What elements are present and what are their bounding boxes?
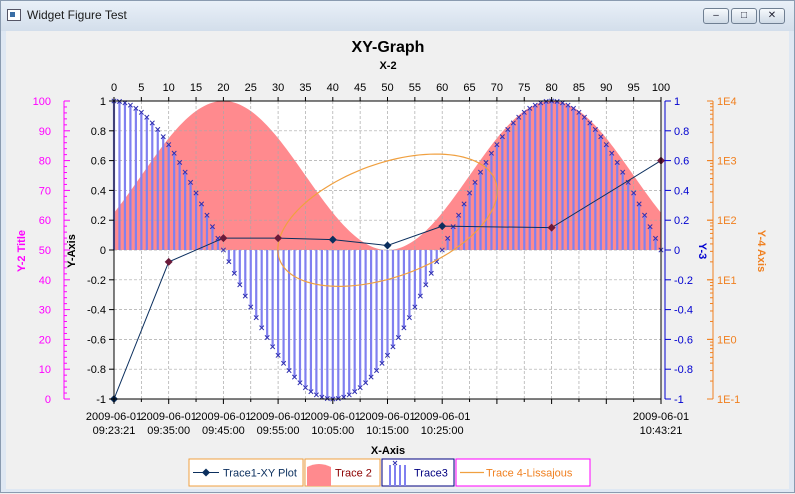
- y2-tick-label: 80: [39, 156, 51, 168]
- y3-tick-label: -0.6: [674, 334, 693, 346]
- x2-tick-label: 15: [190, 82, 202, 94]
- x2-tick-label: 30: [272, 82, 284, 94]
- x2-tick-label: 55: [409, 82, 421, 94]
- x2-tick-label: 75: [518, 82, 530, 94]
- y3-tick-label: 1: [674, 96, 680, 108]
- y3-tick-label: 0.4: [674, 185, 689, 197]
- x-tick-time-label: 09:35:00: [147, 425, 190, 437]
- figure-area: XY-Graph X-2 X-Axis Y-Axis Y-2 Title Y-3…: [6, 31, 789, 489]
- x2-tick-label: 95: [628, 82, 640, 94]
- x2-tick-label: 80: [545, 82, 557, 94]
- x2-tick-label: 35: [299, 82, 311, 94]
- y4-tick-label: 1E-1: [717, 394, 740, 406]
- x-tick-time-label: 10:15:00: [366, 425, 409, 437]
- x-tick-time-label: 10:05:00: [311, 425, 354, 437]
- y2-tick-label: 50: [39, 245, 51, 257]
- y4-tick-label: 1E2: [717, 215, 737, 227]
- y4-axis-title: Y-4 Axis: [755, 230, 767, 272]
- xy-graph[interactable]: XY-Graph X-2 X-Axis Y-Axis Y-2 Title Y-3…: [6, 31, 789, 489]
- y3-tick-label: -0.2: [674, 275, 693, 287]
- y-tick-label: -1: [96, 394, 106, 406]
- y2-tick-label: 20: [39, 334, 51, 346]
- y4-tick-label: 1E1: [717, 275, 737, 287]
- y-tick-label: 0.4: [91, 185, 106, 197]
- y-tick-label: -0.8: [87, 364, 106, 376]
- y2-tick-label: 70: [39, 185, 51, 197]
- y-tick-label: -0.6: [87, 334, 106, 346]
- y-tick-label: 0.8: [91, 126, 106, 138]
- chart-title: XY-Graph: [352, 39, 425, 56]
- x2-tick-label: 100: [652, 82, 670, 94]
- legend-symbol-trace2: [307, 464, 331, 486]
- y4-tick-label: 1E0: [717, 334, 737, 346]
- legend-label-trace4: Trace 4-Lissajous: [486, 468, 573, 480]
- minimize-button[interactable]: –: [703, 8, 729, 24]
- y-axis-title: Y-Axis: [66, 234, 78, 268]
- x-tick-date-label: 2009-06-01: [633, 411, 689, 423]
- x2-tick-label: 25: [245, 82, 257, 94]
- x2-tick-label: 50: [381, 82, 393, 94]
- y3-tick-label: 0: [674, 245, 680, 257]
- x-tick-date-label: 2009-06-01: [86, 411, 142, 423]
- x2-tick-label: 65: [463, 82, 475, 94]
- maximize-button[interactable]: □: [731, 8, 757, 24]
- x-tick-date-label: 2009-06-01: [305, 411, 361, 423]
- y2-tick-label: 90: [39, 126, 51, 138]
- y2-axis-title: Y-2 Title: [16, 230, 28, 272]
- y4-tick-label: 1E3: [717, 156, 737, 168]
- y-tick-label: -0.4: [87, 305, 106, 317]
- y-tick-label: 0: [100, 245, 106, 257]
- legend-label-trace3: Trace3: [414, 468, 448, 480]
- x2-tick-label: 60: [436, 82, 448, 94]
- y3-tick-label: -0.8: [674, 364, 693, 376]
- y2-tick-label: 10: [39, 364, 51, 376]
- x2-tick-label: 70: [491, 82, 503, 94]
- y3-tick-label: 0.6: [674, 156, 689, 168]
- y2-tick-label: 60: [39, 215, 51, 227]
- y-tick-label: 0.6: [91, 156, 106, 168]
- y2-tick-label: 0: [45, 394, 51, 406]
- x2-tick-label: 90: [600, 82, 612, 94]
- y3-axis-title: Y-3: [696, 243, 708, 260]
- app-window: Widget Figure Test – □ ✕ XY-Graph X-2 X-…: [0, 0, 795, 493]
- y2-tick-label: 30: [39, 305, 51, 317]
- y3-tick-label: -1: [674, 394, 684, 406]
- y-tick-label: 1: [100, 96, 106, 108]
- y3-tick-label: -0.4: [674, 305, 693, 317]
- y2-tick-label: 40: [39, 275, 51, 287]
- y-tick-label: 0.2: [91, 215, 106, 227]
- x2-tick-label: 45: [354, 82, 366, 94]
- x2-axis-title: X-2: [379, 60, 396, 72]
- x-tick-date-label: 2009-06-01: [414, 411, 470, 423]
- x-tick-date-label: 2009-06-01: [359, 411, 415, 423]
- x-tick-date-label: 2009-06-01: [141, 411, 197, 423]
- x-tick-time-label: 10:25:00: [421, 425, 464, 437]
- x-tick-time-label: 09:55:00: [257, 425, 300, 437]
- x2-tick-label: 40: [327, 82, 339, 94]
- x-tick-time-label: 09:45:00: [202, 425, 245, 437]
- x-tick-time-label: 09:23:21: [93, 425, 136, 437]
- y3-tick-label: 0.2: [674, 215, 689, 227]
- x-tick-date-label: 2009-06-01: [195, 411, 251, 423]
- y-tick-label: -0.2: [87, 275, 106, 287]
- legend-label-trace1: Trace1-XY Plot: [223, 468, 297, 480]
- x2-tick-label: 5: [138, 82, 144, 94]
- close-button[interactable]: ✕: [759, 8, 785, 24]
- x-tick-time-label: 10:43:21: [640, 425, 683, 437]
- x2-tick-label: 20: [217, 82, 229, 94]
- legend-label-trace2: Trace 2: [335, 468, 372, 480]
- y2-tick-label: 100: [33, 96, 51, 108]
- x-axis-title: X-Axis: [371, 445, 405, 457]
- x2-tick-label: 0: [111, 82, 117, 94]
- y3-tick-label: 0.8: [674, 126, 689, 138]
- x-tick-date-label: 2009-06-01: [250, 411, 306, 423]
- x2-tick-label: 10: [163, 82, 175, 94]
- y4-tick-label: 1E4: [717, 96, 737, 108]
- title-bar[interactable]: Widget Figure Test – □ ✕: [1, 1, 794, 31]
- app-icon: [7, 9, 21, 21]
- window-title: Widget Figure Test: [27, 8, 127, 22]
- x2-tick-label: 85: [573, 82, 585, 94]
